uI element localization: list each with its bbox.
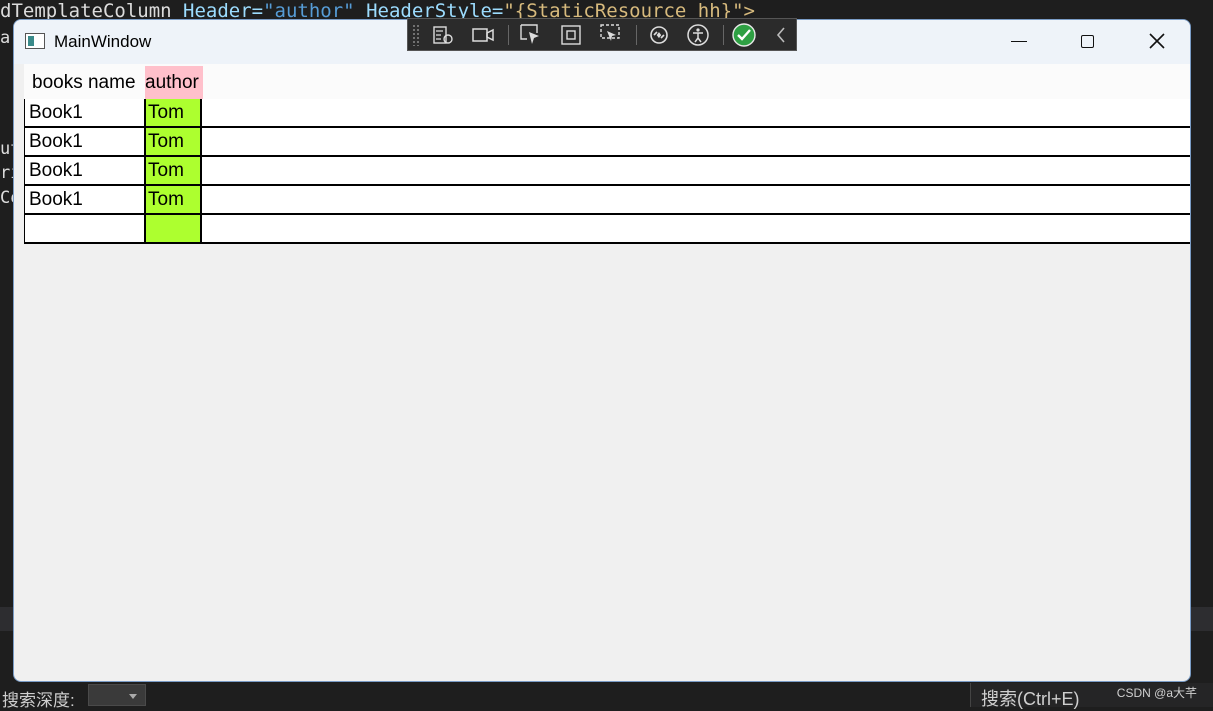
live-visual-tree-icon — [433, 26, 453, 44]
minimize-icon — [1011, 40, 1027, 42]
track-focus-button[interactable] — [598, 22, 624, 48]
hot-reload-button[interactable]: ♦ — [646, 22, 672, 48]
drag-grip-icon[interactable] — [412, 24, 420, 46]
toolbar-separator — [636, 25, 637, 45]
cell-author[interactable]: Tom — [144, 157, 202, 184]
table-row[interactable]: Book1 Tom — [24, 99, 1190, 128]
main-window: MainWindow books name author Book1 Tom B… — [13, 19, 1191, 682]
search-placeholder: 搜索(Ctrl+E) — [981, 689, 1080, 709]
watermark: CSDN @a大芊 — [1116, 686, 1197, 700]
table-row[interactable]: Book1 Tom — [24, 128, 1190, 157]
hot-reload-icon: ♦ — [650, 26, 668, 44]
xaml-debug-toolbar: ♦ — [407, 18, 797, 51]
minimize-button[interactable] — [984, 20, 1054, 62]
chevron-down-icon — [129, 694, 137, 699]
select-element-icon — [520, 24, 539, 44]
cell-books-name[interactable]: Book1 — [24, 186, 144, 213]
cell-books-name[interactable]: Book1 — [24, 128, 144, 155]
record-icon — [472, 28, 494, 42]
grid-rows: Book1 Tom Book1 Tom Book1 Tom Book1 Tom — [24, 99, 1190, 244]
app-icon — [25, 33, 45, 49]
data-grid[interactable]: books name author Book1 Tom Book1 Tom Bo… — [24, 64, 1190, 244]
display-layout-adorners-icon — [561, 25, 581, 45]
table-row[interactable]: Book1 Tom — [24, 157, 1190, 186]
accessibility-icon — [687, 24, 709, 46]
cell-author[interactable]: Tom — [144, 99, 202, 126]
maximize-icon — [1080, 34, 1094, 48]
select-element-button[interactable] — [518, 22, 544, 48]
binding-check-icon — [732, 23, 756, 47]
toolbar-separator — [723, 25, 724, 45]
cell-books-name[interactable]: Book1 — [24, 157, 144, 184]
live-visual-tree-button[interactable] — [430, 22, 456, 48]
svg-text:♦: ♦ — [655, 31, 662, 40]
cell-books-name[interactable] — [24, 215, 144, 242]
column-header-author[interactable]: author — [145, 66, 203, 99]
chevron-left-icon — [776, 27, 785, 43]
track-focus-icon — [600, 24, 620, 41]
maximize-button[interactable] — [1052, 20, 1122, 62]
window-title: MainWindow — [54, 32, 152, 51]
cell-books-name[interactable]: Book1 — [24, 99, 144, 126]
code-fragment: a — [0, 28, 11, 48]
toolbar-separator — [508, 25, 509, 45]
close-icon — [1149, 33, 1165, 49]
table-row[interactable]: Book1 Tom — [24, 186, 1190, 215]
collapse-toolbar-button[interactable] — [768, 22, 794, 48]
search-depth-label: 搜索深度: — [2, 691, 75, 710]
cell-author[interactable]: Tom — [144, 128, 202, 155]
ide-status-bar: 搜索深度: 搜索(Ctrl+E) — [0, 683, 1213, 710]
cell-author[interactable]: Tom — [144, 186, 202, 213]
close-button[interactable] — [1122, 20, 1190, 62]
record-button[interactable] — [470, 22, 496, 48]
grid-header: books name author — [24, 64, 1190, 100]
accessibility-button[interactable] — [685, 22, 711, 48]
table-row-new[interactable] — [24, 215, 1190, 244]
layout-adorners-button[interactable] — [558, 22, 584, 48]
cell-author[interactable] — [144, 215, 202, 242]
column-header-books-name[interactable]: books name — [24, 66, 144, 99]
binding-check-button[interactable] — [731, 22, 757, 48]
search-depth-dropdown[interactable] — [88, 684, 146, 706]
